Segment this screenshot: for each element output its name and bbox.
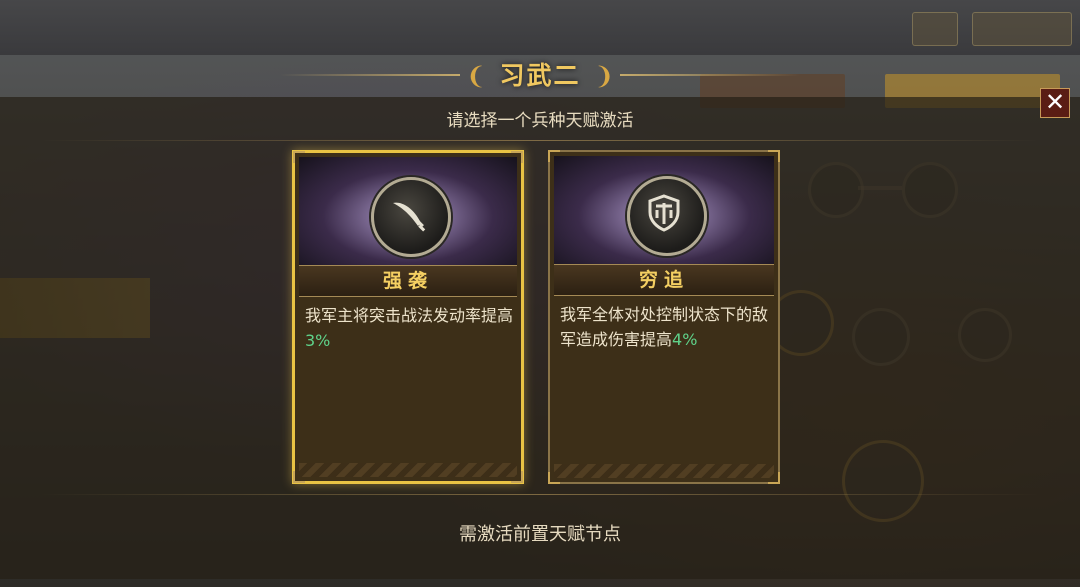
title-decor-line-left [280,74,460,76]
dialog-title: 习武二 [499,61,581,90]
dialog-subtitle: 请选择一个兵种天赋激活 [446,111,634,131]
talent-art [299,157,517,265]
card-corner [511,151,523,163]
talent-description: 我军主将突击战法发动率提高 3% [305,303,513,353]
card-footer-pattern [554,464,774,478]
card-corner [293,471,305,483]
close-button[interactable]: ✕ [1040,88,1070,118]
activation-notice: 需激活前置天赋节点 [459,524,621,545]
talent-description: 我军全体对处控制状态下的敌军造成伤害提高4% [560,302,770,352]
background-button [912,12,958,46]
talent-card-qiongzhui[interactable]: 穷追 我军全体对处控制状态下的敌军造成伤害提高4% [548,150,780,484]
card-corner [511,471,523,483]
divider [40,140,1040,141]
talent-description-text: 我军全体对处控制状态下的敌军造成伤害提高 [560,305,769,349]
card-corner [548,472,560,484]
background-top-bar [0,0,1080,55]
shield-icon [627,176,707,256]
talent-bonus-value: 4% [672,330,698,349]
talent-name: 穷追 [554,264,774,296]
divider [40,494,1040,495]
talent-description-text: 我军主将突击战法发动率提高 [305,306,514,325]
talent-card-qiangxi[interactable]: 强袭 我军主将突击战法发动率提高 3% [292,150,524,484]
talent-bonus-value: 3% [305,331,331,350]
card-corner [548,150,560,162]
background-button [972,12,1072,46]
card-corner [768,472,780,484]
sword-icon [371,177,451,257]
talent-art [554,156,774,264]
card-corner [768,150,780,162]
title-decor-line-right [620,74,800,76]
dialog-overlay [0,97,1080,579]
talent-name: 强袭 [299,265,517,297]
card-corner [293,151,305,163]
card-footer-pattern [299,463,517,477]
